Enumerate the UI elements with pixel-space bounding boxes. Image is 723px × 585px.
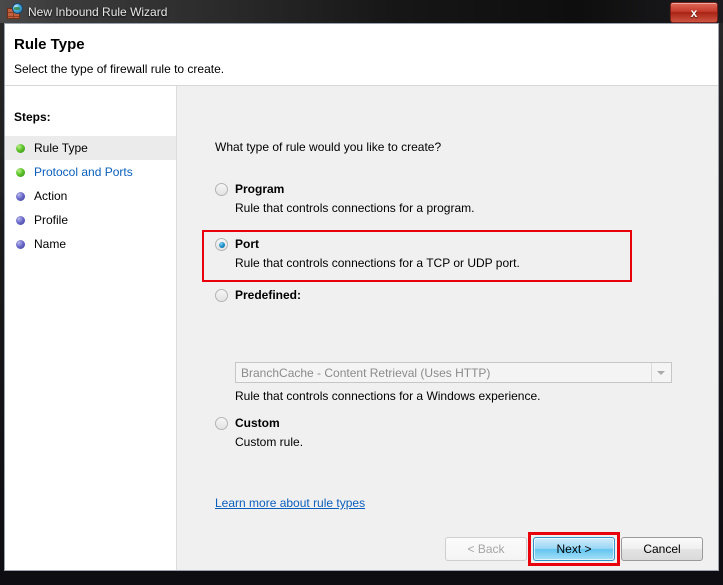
back-button-label: < Back bbox=[467, 542, 504, 556]
step-bullet-icon bbox=[16, 192, 25, 201]
steps-list: Rule Type Protocol and Ports Action Prof… bbox=[5, 136, 176, 256]
option-predefined[interactable]: Predefined: bbox=[215, 288, 685, 302]
sidebar-item-protocol-and-ports[interactable]: Protocol and Ports bbox=[5, 160, 176, 184]
sidebar-item-label: Profile bbox=[34, 213, 68, 227]
close-icon: x bbox=[691, 7, 698, 19]
option-title: Custom bbox=[235, 416, 280, 430]
option-description: Rule that controls connections for a Win… bbox=[235, 389, 685, 403]
option-custom[interactable]: Custom Custom rule. bbox=[215, 416, 685, 449]
option-title: Program bbox=[235, 182, 284, 196]
wizard-window: New Inbound Rule Wizard x Rule Type Sele… bbox=[0, 0, 723, 585]
option-title: Port bbox=[235, 237, 259, 251]
sidebar-item-label: Action bbox=[34, 189, 67, 203]
option-program[interactable]: Program Rule that controls connections f… bbox=[215, 182, 685, 215]
sidebar-item-label: Name bbox=[34, 237, 66, 251]
page-subtitle: Select the type of firewall rule to crea… bbox=[14, 62, 224, 76]
sidebar-item-action[interactable]: Action bbox=[5, 184, 176, 208]
sidebar-item-label[interactable]: Protocol and Ports bbox=[34, 165, 133, 179]
option-description: Custom rule. bbox=[235, 435, 685, 449]
sidebar-item-name[interactable]: Name bbox=[5, 232, 176, 256]
sidebar-item-label: Rule Type bbox=[34, 141, 88, 155]
window-title: New Inbound Rule Wizard bbox=[28, 5, 167, 19]
option-description: Rule that controls connections for a pro… bbox=[235, 201, 685, 215]
option-description: Rule that controls connections for a TCP… bbox=[235, 256, 685, 270]
title-bar: New Inbound Rule Wizard x bbox=[0, 0, 723, 23]
steps-heading: Steps: bbox=[14, 110, 51, 124]
next-button[interactable]: Next > bbox=[533, 537, 615, 561]
button-bar: < Back Next > Cancel bbox=[5, 529, 718, 571]
cancel-button-label: Cancel bbox=[643, 542, 680, 556]
step-bullet-icon bbox=[16, 240, 25, 249]
option-port[interactable]: Port Rule that controls connections for … bbox=[215, 237, 685, 270]
learn-more-link[interactable]: Learn more about rule types bbox=[215, 496, 365, 510]
sidebar-item-rule-type[interactable]: Rule Type bbox=[5, 136, 176, 160]
back-button[interactable]: < Back bbox=[445, 537, 527, 561]
radio-port[interactable] bbox=[215, 238, 228, 251]
step-bullet-icon bbox=[16, 144, 25, 153]
next-button-label: Next > bbox=[556, 542, 591, 556]
radio-custom[interactable] bbox=[215, 417, 228, 430]
option-predefined-description: Rule that controls connections for a Win… bbox=[215, 389, 685, 403]
radio-program[interactable] bbox=[215, 183, 228, 196]
chevron-down-icon[interactable] bbox=[651, 363, 670, 382]
page-header: Rule Type Select the type of firewall ru… bbox=[5, 24, 718, 86]
predefined-dropdown-value: BranchCache - Content Retrieval (Uses HT… bbox=[236, 366, 490, 380]
step-bullet-icon bbox=[16, 168, 25, 177]
option-title: Predefined: bbox=[235, 288, 301, 302]
sidebar-item-profile[interactable]: Profile bbox=[5, 208, 176, 232]
main-panel: What type of rule would you like to crea… bbox=[177, 86, 718, 571]
dialog-client-area: Rule Type Select the type of firewall ru… bbox=[4, 23, 719, 571]
step-bullet-icon bbox=[16, 216, 25, 225]
title-bar-content: New Inbound Rule Wizard bbox=[0, 0, 167, 23]
firewall-brick-globe-icon bbox=[6, 4, 22, 20]
close-button[interactable]: x bbox=[670, 2, 718, 23]
steps-sidebar: Steps: Rule Type Protocol and Ports Acti… bbox=[5, 86, 177, 571]
page-title: Rule Type bbox=[14, 36, 85, 53]
predefined-rule-dropdown[interactable]: BranchCache - Content Retrieval (Uses HT… bbox=[235, 362, 672, 383]
question-label: What type of rule would you like to crea… bbox=[215, 140, 441, 154]
cancel-button[interactable]: Cancel bbox=[621, 537, 703, 561]
radio-predefined[interactable] bbox=[215, 289, 228, 302]
